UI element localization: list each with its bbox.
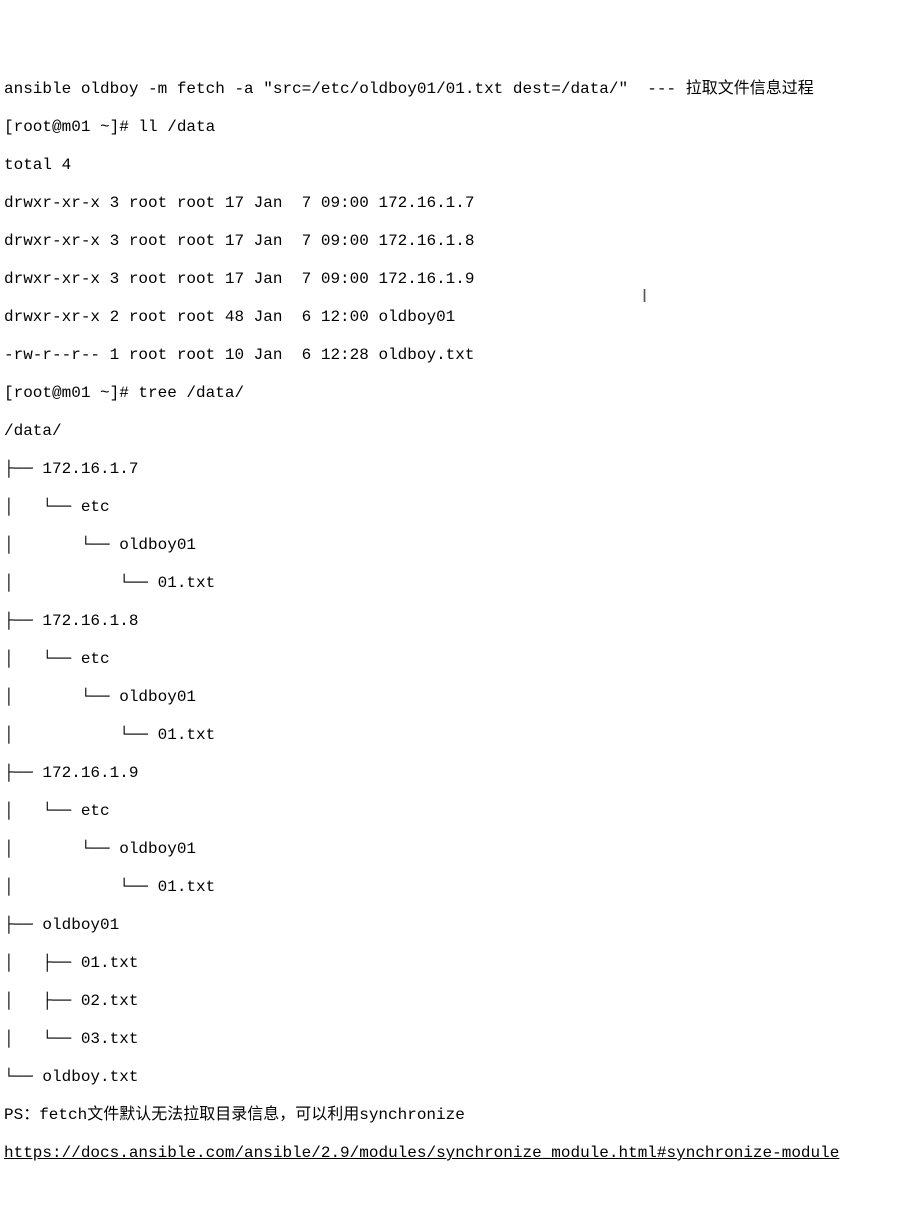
ll-row: drwxr-xr-x 3 root root 17 Jan 7 09:00 17… — [4, 194, 920, 213]
tree-line: ├── oldboy01 — [4, 916, 920, 935]
ll-row: drwxr-xr-x 3 root root 17 Jan 7 09:00 17… — [4, 270, 920, 289]
ll-row: drwxr-xr-x 2 root root 48 Jan 6 12:00 ol… — [4, 308, 920, 327]
ll-row: drwxr-xr-x 3 root root 17 Jan 7 09:00 17… — [4, 232, 920, 251]
tree-line: │ ├── 02.txt — [4, 992, 920, 1011]
tree-line: │ └── etc — [4, 650, 920, 669]
tree-line: ├── 172.16.1.8 — [4, 612, 920, 631]
tree-line: │ └── 01.txt — [4, 574, 920, 593]
tree-line: │ └── oldboy01 — [4, 536, 920, 555]
tree-line: │ └── 01.txt — [4, 726, 920, 745]
tree-root: /data/ — [4, 422, 920, 441]
tree-line: │ └── oldboy01 — [4, 840, 920, 859]
cmd-line-ansible: ansible oldboy -m fetch -a "src=/etc/old… — [4, 80, 920, 99]
tree-line: │ └── 01.txt — [4, 878, 920, 897]
doc-link[interactable]: https://docs.ansible.com/ansible/2.9/mod… — [4, 1144, 920, 1163]
tree-line: │ └── 03.txt — [4, 1030, 920, 1049]
tree-line: │ └── oldboy01 — [4, 688, 920, 707]
ll-total: total 4 — [4, 156, 920, 175]
tree-line: └── oldboy.txt — [4, 1068, 920, 1087]
tree-line: ├── 172.16.1.7 — [4, 460, 920, 479]
tree-line: ├── 172.16.1.9 — [4, 764, 920, 783]
tree-line: │ ├── 01.txt — [4, 954, 920, 973]
tree-line: │ └── etc — [4, 802, 920, 821]
text-cursor-icon: I — [642, 287, 647, 306]
ll-row: -rw-r--r-- 1 root root 10 Jan 6 12:28 ol… — [4, 346, 920, 365]
prompt-tree: [root@m01 ~]# tree /data/ — [4, 384, 920, 403]
ps-note: PS：fetch文件默认无法拉取目录信息，可以利用synchronize — [4, 1106, 920, 1125]
tree-line: │ └── etc — [4, 498, 920, 517]
prompt-ll-data: [root@m01 ~]# ll /data — [4, 118, 920, 137]
